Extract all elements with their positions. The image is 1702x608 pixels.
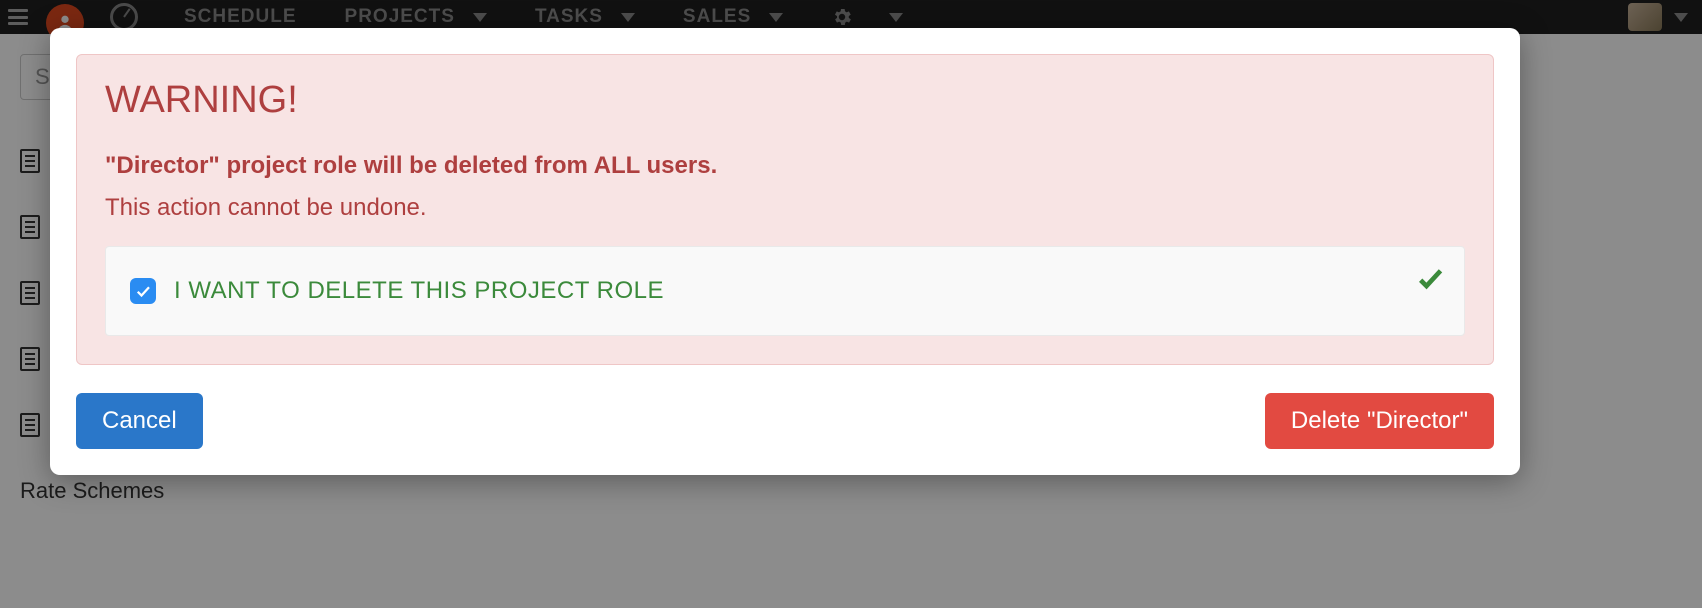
confirm-label: I WANT TO DELETE THIS PROJECT ROLE — [174, 277, 664, 305]
warning-line-1: "Director" project role will be deleted … — [105, 152, 1465, 180]
cancel-button[interactable]: Cancel — [76, 393, 203, 449]
check-icon — [1416, 265, 1444, 298]
delete-role-modal: WARNING! "Director" project role will be… — [50, 28, 1520, 475]
delete-button[interactable]: Delete "Director" — [1265, 393, 1494, 449]
confirm-box[interactable]: I WANT TO DELETE THIS PROJECT ROLE — [105, 246, 1465, 336]
confirm-checkbox[interactable] — [130, 278, 156, 304]
warning-line-2: This action cannot be undone. — [105, 194, 1465, 222]
warning-alert: WARNING! "Director" project role will be… — [76, 54, 1494, 365]
warning-title: WARNING! — [105, 79, 1465, 122]
modal-actions: Cancel Delete "Director" — [76, 393, 1494, 449]
